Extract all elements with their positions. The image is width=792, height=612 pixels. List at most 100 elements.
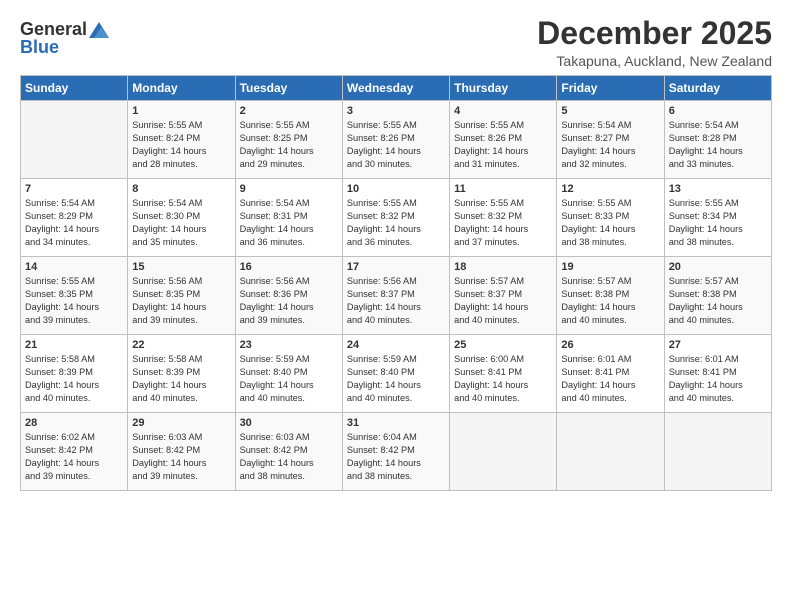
calendar-week-1: 1 Sunrise: 5:55 AM Sunset: 8:24 PM Daylig… — [21, 101, 772, 179]
page-container: General Blue December 2025 Takapuna, Auc… — [0, 0, 792, 501]
day-number: 18 — [454, 261, 552, 273]
day-number: 11 — [454, 183, 552, 195]
calendar-cell: 5 Sunrise: 5:54 AM Sunset: 8:27 PM Daylig… — [557, 101, 664, 179]
cell-info: Sunrise: 6:00 AM Sunset: 8:41 PM Dayligh… — [454, 353, 552, 405]
cell-info: Sunrise: 5:58 AM Sunset: 8:39 PM Dayligh… — [25, 353, 123, 405]
cell-info: Sunrise: 5:55 AM Sunset: 8:24 PM Dayligh… — [132, 119, 230, 171]
calendar-cell — [450, 413, 557, 491]
day-number: 21 — [25, 339, 123, 351]
cell-info: Sunrise: 5:55 AM Sunset: 8:26 PM Dayligh… — [454, 119, 552, 171]
day-number: 26 — [561, 339, 659, 351]
weekday-header-thursday: Thursday — [450, 76, 557, 101]
day-number: 29 — [132, 417, 230, 429]
calendar-cell: 15Sunrise: 5:56 AM Sunset: 8:35 PM Dayli… — [128, 257, 235, 335]
cell-info: Sunrise: 5:59 AM Sunset: 8:40 PM Dayligh… — [347, 353, 445, 405]
calendar-week-2: 7Sunrise: 5:54 AM Sunset: 8:29 PM Daylig… — [21, 179, 772, 257]
logo-blue-text: Blue — [20, 38, 109, 58]
cell-info: Sunrise: 5:55 AM Sunset: 8:26 PM Dayligh… — [347, 119, 445, 171]
weekday-header-sunday: Sunday — [21, 76, 128, 101]
calendar-cell: 14Sunrise: 5:55 AM Sunset: 8:35 PM Dayli… — [21, 257, 128, 335]
weekday-header-saturday: Saturday — [664, 76, 771, 101]
day-number: 17 — [347, 261, 445, 273]
cell-info: Sunrise: 5:54 AM Sunset: 8:30 PM Dayligh… — [132, 197, 230, 249]
day-number: 12 — [561, 183, 659, 195]
calendar-cell: 16 Sunrise: 5:56 AM Sunset: 8:36 PM Dayli… — [235, 257, 342, 335]
cell-info: Sunrise: 5:54 AM Sunset: 8:31 PM Dayligh… — [240, 197, 338, 249]
day-number: 2 — [240, 105, 338, 117]
calendar-cell: 4 Sunrise: 5:55 AM Sunset: 8:26 PM Daylig… — [450, 101, 557, 179]
calendar-cell: 3 Sunrise: 5:55 AM Sunset: 8:26 PM Daylig… — [342, 101, 449, 179]
calendar-cell: 9 Sunrise: 5:54 AM Sunset: 8:31 PM Daylig… — [235, 179, 342, 257]
cell-info: Sunrise: 5:56 AM Sunset: 8:37 PM Dayligh… — [347, 275, 445, 327]
day-number: 19 — [561, 261, 659, 273]
calendar-cell: 24 Sunrise: 5:59 AM Sunset: 8:40 PM Dayli… — [342, 335, 449, 413]
cell-info: Sunrise: 5:54 AM Sunset: 8:27 PM Dayligh… — [561, 119, 659, 171]
day-number: 30 — [240, 417, 338, 429]
cell-info: Sunrise: 5:55 AM Sunset: 8:33 PM Dayligh… — [561, 197, 659, 249]
calendar-cell: 19 Sunrise: 5:57 AM Sunset: 8:38 PM Dayli… — [557, 257, 664, 335]
calendar-week-4: 21 Sunrise: 5:58 AM Sunset: 8:39 PM Dayli… — [21, 335, 772, 413]
day-number: 27 — [669, 339, 767, 351]
day-number: 5 — [561, 105, 659, 117]
day-number: 8 — [132, 183, 230, 195]
weekday-header-monday: Monday — [128, 76, 235, 101]
day-number: 4 — [454, 105, 552, 117]
cell-info: Sunrise: 6:03 AM Sunset: 8:42 PM Dayligh… — [132, 431, 230, 483]
title-block: December 2025 Takapuna, Auckland, New Ze… — [537, 16, 772, 69]
calendar-cell — [664, 413, 771, 491]
day-number: 1 — [132, 105, 230, 117]
day-number: 22 — [132, 339, 230, 351]
weekday-header-tuesday: Tuesday — [235, 76, 342, 101]
day-number: 9 — [240, 183, 338, 195]
calendar-cell: 29 Sunrise: 6:03 AM Sunset: 8:42 PM Dayli… — [128, 413, 235, 491]
calendar-cell — [557, 413, 664, 491]
calendar-cell: 22Sunrise: 5:58 AM Sunset: 8:39 PM Dayli… — [128, 335, 235, 413]
calendar-cell: 20 Sunrise: 5:57 AM Sunset: 8:38 PM Dayli… — [664, 257, 771, 335]
day-number: 25 — [454, 339, 552, 351]
logo: General Blue — [20, 20, 109, 58]
cell-info: Sunrise: 5:54 AM Sunset: 8:28 PM Dayligh… — [669, 119, 767, 171]
month-title: December 2025 — [537, 16, 772, 51]
cell-info: Sunrise: 5:55 AM Sunset: 8:32 PM Dayligh… — [347, 197, 445, 249]
calendar-cell: 10 Sunrise: 5:55 AM Sunset: 8:32 PM Dayli… — [342, 179, 449, 257]
calendar-week-5: 28 Sunrise: 6:02 AM Sunset: 8:42 PM Dayli… — [21, 413, 772, 491]
calendar-cell: 13 Sunrise: 5:55 AM Sunset: 8:34 PM Dayli… — [664, 179, 771, 257]
cell-info: Sunrise: 5:59 AM Sunset: 8:40 PM Dayligh… — [240, 353, 338, 405]
calendar-cell: 31Sunrise: 6:04 AM Sunset: 8:42 PM Dayli… — [342, 413, 449, 491]
cell-info: Sunrise: 6:02 AM Sunset: 8:42 PM Dayligh… — [25, 431, 123, 483]
cell-info: Sunrise: 5:57 AM Sunset: 8:37 PM Dayligh… — [454, 275, 552, 327]
calendar-cell: 25 Sunrise: 6:00 AM Sunset: 8:41 PM Dayli… — [450, 335, 557, 413]
day-number: 24 — [347, 339, 445, 351]
cell-info: Sunrise: 5:55 AM Sunset: 8:34 PM Dayligh… — [669, 197, 767, 249]
day-number: 16 — [240, 261, 338, 273]
day-number: 31 — [347, 417, 445, 429]
calendar-cell: 11Sunrise: 5:55 AM Sunset: 8:32 PM Dayli… — [450, 179, 557, 257]
calendar-cell: 27 Sunrise: 6:01 AM Sunset: 8:41 PM Dayli… — [664, 335, 771, 413]
day-number: 20 — [669, 261, 767, 273]
cell-info: Sunrise: 6:01 AM Sunset: 8:41 PM Dayligh… — [561, 353, 659, 405]
calendar-cell: 1 Sunrise: 5:55 AM Sunset: 8:24 PM Daylig… — [128, 101, 235, 179]
calendar-cell: 17 Sunrise: 5:56 AM Sunset: 8:37 PM Dayli… — [342, 257, 449, 335]
cell-info: Sunrise: 5:57 AM Sunset: 8:38 PM Dayligh… — [669, 275, 767, 327]
cell-info: Sunrise: 6:01 AM Sunset: 8:41 PM Dayligh… — [669, 353, 767, 405]
day-number: 6 — [669, 105, 767, 117]
cell-info: Sunrise: 6:03 AM Sunset: 8:42 PM Dayligh… — [240, 431, 338, 483]
calendar-cell: 6 Sunrise: 5:54 AM Sunset: 8:28 PM Daylig… — [664, 101, 771, 179]
day-number: 28 — [25, 417, 123, 429]
calendar-cell: 28 Sunrise: 6:02 AM Sunset: 8:42 PM Dayli… — [21, 413, 128, 491]
calendar-cell: 21 Sunrise: 5:58 AM Sunset: 8:39 PM Dayli… — [21, 335, 128, 413]
cell-info: Sunrise: 5:57 AM Sunset: 8:38 PM Dayligh… — [561, 275, 659, 327]
day-number: 3 — [347, 105, 445, 117]
day-number: 13 — [669, 183, 767, 195]
calendar-cell: 2 Sunrise: 5:55 AM Sunset: 8:25 PM Daylig… — [235, 101, 342, 179]
day-number: 10 — [347, 183, 445, 195]
cell-info: Sunrise: 5:56 AM Sunset: 8:36 PM Dayligh… — [240, 275, 338, 327]
cell-info: Sunrise: 5:56 AM Sunset: 8:35 PM Dayligh… — [132, 275, 230, 327]
calendar-cell — [21, 101, 128, 179]
cell-info: Sunrise: 5:55 AM Sunset: 8:25 PM Dayligh… — [240, 119, 338, 171]
day-number: 23 — [240, 339, 338, 351]
calendar-cell: 23 Sunrise: 5:59 AM Sunset: 8:40 PM Dayli… — [235, 335, 342, 413]
cell-info: Sunrise: 5:55 AM Sunset: 8:35 PM Dayligh… — [25, 275, 123, 327]
weekday-header-wednesday: Wednesday — [342, 76, 449, 101]
weekday-header-row: SundayMondayTuesdayWednesdayThursdayFrid… — [21, 76, 772, 101]
